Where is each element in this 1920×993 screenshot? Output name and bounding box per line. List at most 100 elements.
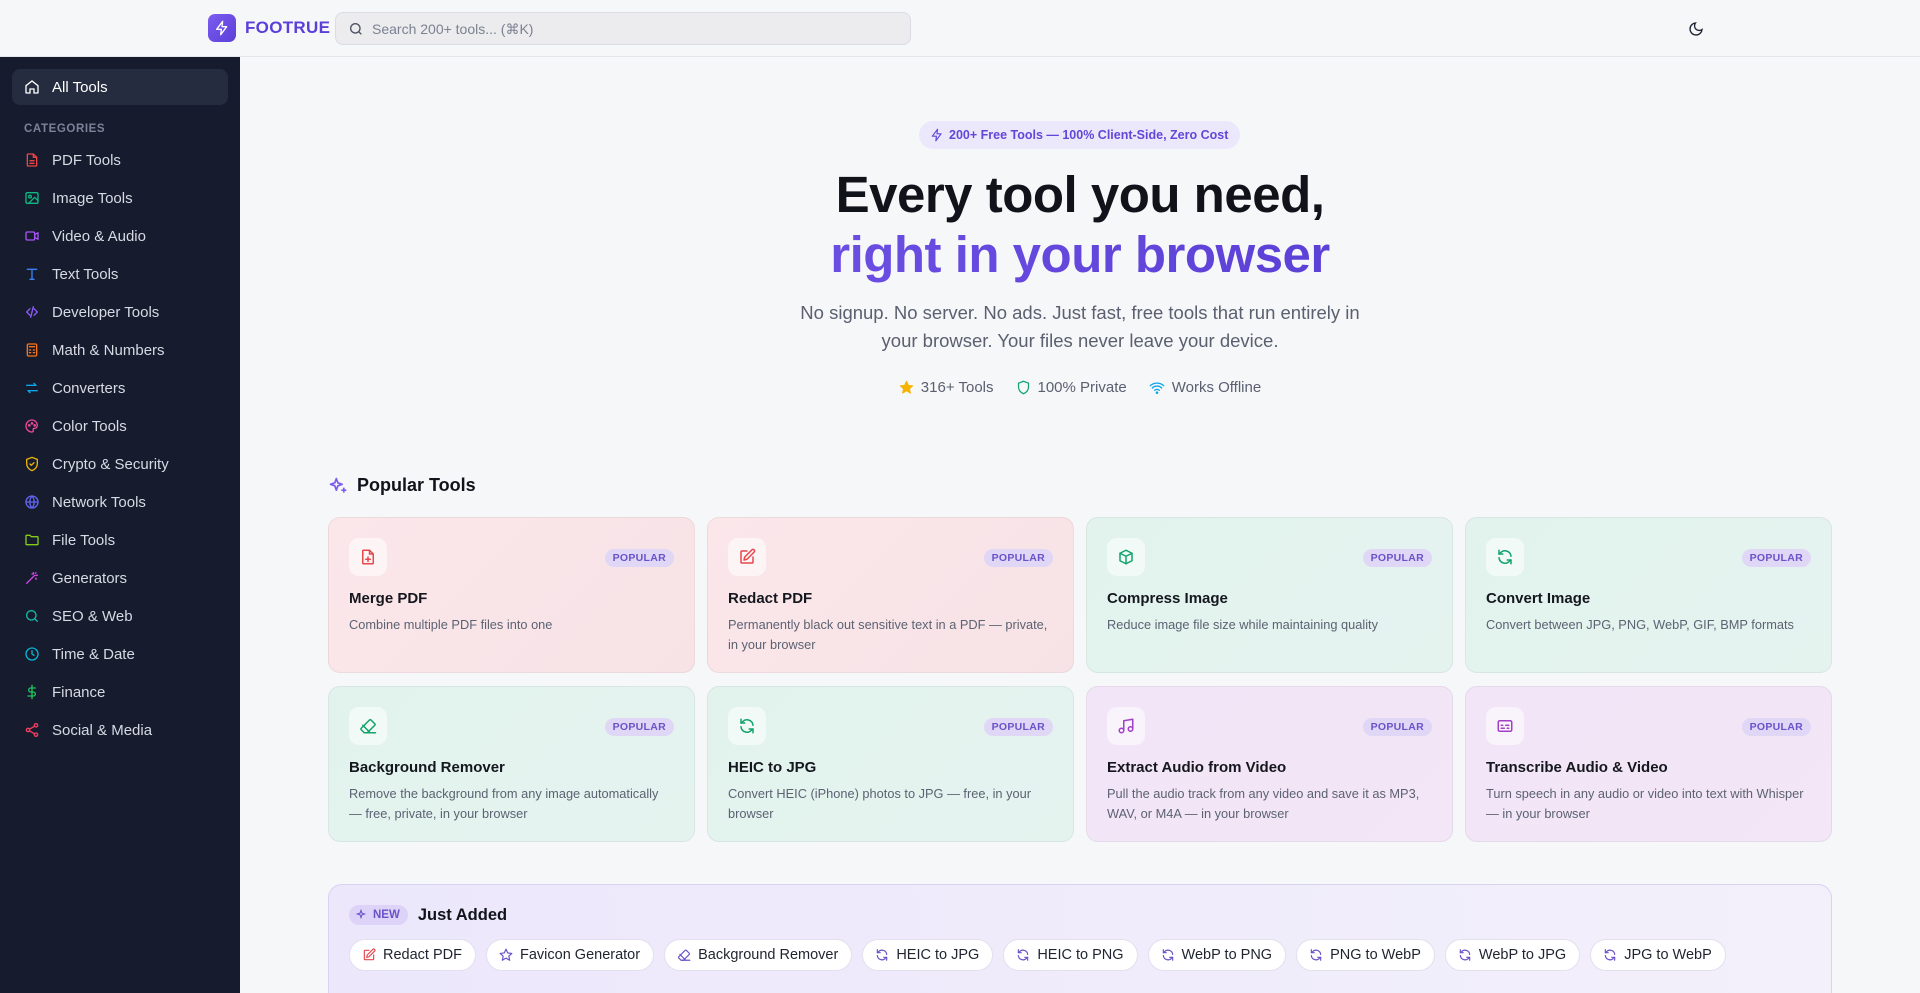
sidebar-item-label: Network Tools bbox=[52, 493, 146, 511]
tool-card-title: Compress Image bbox=[1107, 590, 1228, 607]
search-input[interactable] bbox=[372, 20, 910, 37]
just-added-chip[interactable]: JPG to WebP bbox=[1590, 939, 1726, 971]
refresh-icon bbox=[1458, 948, 1472, 962]
sidebar-item-video-audio[interactable]: Video & Audio bbox=[12, 217, 228, 255]
sidebar-item-pdf-tools[interactable]: PDF Tools bbox=[12, 141, 228, 179]
tool-card[interactable]: POPULAR Convert Image Convert between JPG,… bbox=[1465, 517, 1832, 673]
chip-label: Background Remover bbox=[698, 947, 839, 963]
tool-card[interactable]: POPULAR HEIC to JPG Convert HEIC (iPhone) … bbox=[707, 686, 1074, 842]
sidebar-item-label: Finance bbox=[52, 683, 106, 701]
video-icon bbox=[24, 228, 40, 244]
stat-label: 100% Private bbox=[1037, 379, 1127, 396]
shield-icon bbox=[24, 456, 40, 472]
palette-icon bbox=[24, 418, 40, 434]
just-added-chip[interactable]: WebP to JPG bbox=[1444, 939, 1581, 971]
sidebar-item-label: Color Tools bbox=[52, 417, 127, 435]
refresh-icon bbox=[1486, 538, 1524, 576]
globe-icon bbox=[24, 494, 40, 510]
shield-icon bbox=[1017, 380, 1029, 395]
edit-icon bbox=[728, 538, 766, 576]
sidebar: All Tools CATEGORIES PDF Tools Image Tool… bbox=[0, 57, 240, 993]
just-added-chip[interactable]: HEIC to JPG bbox=[862, 939, 994, 971]
just-added-chip[interactable]: PNG to WebP bbox=[1296, 939, 1435, 971]
new-badge: NEW bbox=[349, 905, 408, 925]
sparkle-icon bbox=[356, 909, 367, 920]
sidebar-item-generators[interactable]: Generators bbox=[12, 559, 228, 597]
tool-card-description: Reduce image file size while maintaining… bbox=[1107, 617, 1379, 632]
sidebar-item-all-tools[interactable]: All Tools bbox=[12, 69, 228, 105]
share-icon bbox=[24, 722, 40, 738]
just-added-chip[interactable]: Background Remover bbox=[664, 939, 853, 971]
chip-label: Redact PDF bbox=[383, 947, 462, 963]
just-added-header: NEW Just Added bbox=[349, 905, 1811, 925]
popular-badge: POPULAR bbox=[983, 549, 1053, 567]
tool-card[interactable]: POPULAR Extract Audio from Video Pull the … bbox=[1086, 686, 1453, 842]
sidebar-item-seo-web[interactable]: SEO & Web bbox=[12, 597, 228, 635]
just-added-chip[interactable]: Redact PDF bbox=[349, 939, 476, 971]
sidebar-item-finance[interactable]: Finance bbox=[12, 673, 228, 711]
theme-toggle-button[interactable] bbox=[1684, 17, 1708, 41]
just-added-chip[interactable]: WebP to PNG bbox=[1147, 939, 1287, 971]
chip-label: JPG to WebP bbox=[1624, 947, 1712, 963]
sidebar-item-label: Developer Tools bbox=[52, 303, 160, 321]
refresh-icon bbox=[1603, 948, 1617, 962]
hero-badge: 200+ Free Tools — 100% Client-Side, Zero… bbox=[919, 121, 1241, 149]
sidebar-item-crypto-security[interactable]: Crypto & Security bbox=[12, 445, 228, 483]
sidebar-item-image-tools[interactable]: Image Tools bbox=[12, 179, 228, 217]
sidebar-item-label: Video & Audio bbox=[52, 227, 146, 245]
categories-heading: CATEGORIES bbox=[24, 123, 106, 135]
search-box[interactable] bbox=[335, 12, 911, 45]
just-added-panel: NEW Just Added Redact PDF Favicon Generat… bbox=[328, 884, 1832, 993]
refresh-icon bbox=[875, 948, 889, 962]
tool-card-description: Pull the audio track from any video and … bbox=[1107, 786, 1420, 821]
sidebar-item-time-date[interactable]: Time & Date bbox=[12, 635, 228, 673]
sidebar-item-social-media[interactable]: Social & Media bbox=[12, 711, 228, 749]
tool-card[interactable]: POPULAR Compress Image Reduce image file s… bbox=[1086, 517, 1453, 673]
clock-icon bbox=[24, 646, 40, 662]
wand-icon bbox=[24, 570, 40, 586]
sidebar-item-label: Crypto & Security bbox=[52, 455, 169, 473]
image-icon bbox=[24, 190, 40, 206]
hero-badge-text: 200+ Free Tools — 100% Client-Side, Zero… bbox=[949, 128, 1229, 142]
tool-card[interactable]: POPULAR Background Remover Remove the back… bbox=[328, 686, 695, 842]
tool-card-description: Remove the background from any image aut… bbox=[349, 786, 659, 821]
sidebar-item-label: PDF Tools bbox=[52, 151, 121, 169]
tool-card-description: Turn speech in any audio or video into t… bbox=[1486, 786, 1804, 821]
just-added-chip[interactable]: Favicon Generator bbox=[485, 939, 655, 971]
stat-label: 316+ Tools bbox=[920, 379, 994, 396]
sidebar-item-converters[interactable]: Converters bbox=[12, 369, 228, 407]
sidebar-item-label: Time & Date bbox=[52, 645, 135, 663]
popular-badge: POPULAR bbox=[1741, 549, 1811, 567]
sidebar-item-network-tools[interactable]: Network Tools bbox=[12, 483, 228, 521]
tool-card-title: Redact PDF bbox=[728, 590, 813, 607]
tool-card-description: Convert between JPG, PNG, WebP, GIF, BMP… bbox=[1486, 617, 1794, 632]
sidebar-item-math-numbers[interactable]: Math & Numbers bbox=[12, 331, 228, 369]
just-added-chip[interactable]: HEIC to PNG bbox=[1003, 939, 1138, 971]
tool-card[interactable]: POPULAR Redact PDF Permanently black out s… bbox=[707, 517, 1074, 673]
popular-badge: POPULAR bbox=[1362, 549, 1432, 567]
new-badge-text: NEW bbox=[373, 909, 400, 921]
stat-private: 100% Private bbox=[1016, 379, 1127, 396]
tool-card-title: Extract Audio from Video bbox=[1107, 759, 1287, 776]
stat-label: Works Offline bbox=[1171, 379, 1262, 396]
popular-badge: POPULAR bbox=[1362, 718, 1432, 736]
just-added-chips: Redact PDF Favicon Generator Background Re… bbox=[349, 939, 1811, 971]
file-merge-icon bbox=[349, 538, 387, 576]
home-icon bbox=[24, 79, 40, 95]
tool-card-title: Background Remover bbox=[349, 759, 505, 776]
main-content: 200+ Free Tools — 100% Client-Side, Zero… bbox=[240, 57, 1920, 993]
sidebar-item-label: Converters bbox=[52, 379, 126, 397]
sidebar-item-file-tools[interactable]: File Tools bbox=[12, 521, 228, 559]
hero-subtitle: No signup. No server. No ads. Just fast,… bbox=[800, 302, 1360, 351]
sidebar-item-text-tools[interactable]: Text Tools bbox=[12, 255, 228, 293]
tool-card[interactable]: POPULAR Merge PDF Combine multiple PDF fil… bbox=[328, 517, 695, 673]
sidebar-item-developer-tools[interactable]: Developer Tools bbox=[12, 293, 228, 331]
brand-logo[interactable]: FOOTRUE bbox=[208, 14, 330, 42]
star-icon bbox=[499, 948, 513, 962]
tool-card-title: HEIC to JPG bbox=[728, 759, 817, 776]
tool-card[interactable]: POPULAR Transcribe Audio & Video Turn spee… bbox=[1465, 686, 1832, 842]
captions-icon bbox=[1486, 707, 1524, 745]
sidebar-item-color-tools[interactable]: Color Tools bbox=[12, 407, 228, 445]
stat-tools: 316+ Tools bbox=[899, 379, 994, 396]
chip-label: WebP to PNG bbox=[1181, 947, 1273, 963]
